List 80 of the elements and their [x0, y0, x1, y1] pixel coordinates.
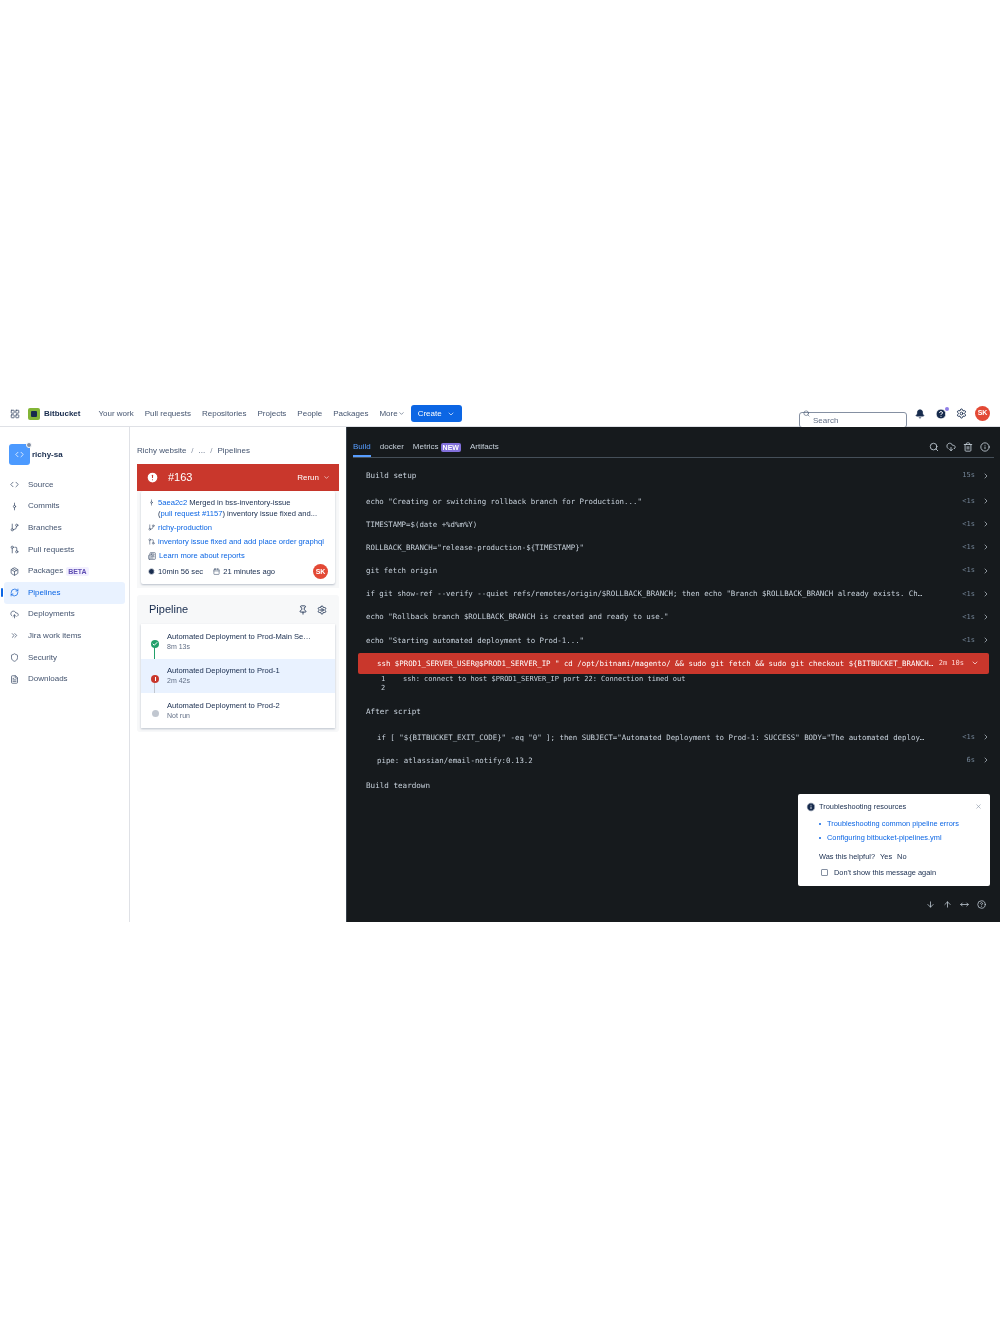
double-chevron-icon	[10, 631, 19, 641]
logo-icon	[28, 407, 40, 420]
branch-icon	[10, 523, 19, 533]
sidebar-item[interactable]: Pipelines	[4, 581, 125, 604]
chevron-right-icon[interactable]	[982, 733, 990, 742]
refresh-icon	[10, 588, 19, 598]
notifications-icon[interactable]	[915, 408, 925, 419]
nav-link[interactable]: Repositories	[202, 407, 247, 420]
clock-icon	[148, 568, 155, 575]
create-button[interactable]: Create	[410, 405, 462, 422]
chevron-right-icon[interactable]	[982, 636, 990, 645]
error-icon	[146, 471, 159, 484]
chevron-right-icon[interactable]	[982, 566, 990, 575]
app-name[interactable]: Bitbucket	[44, 407, 81, 420]
caret-icon	[397, 410, 405, 417]
info-icon	[806, 801, 816, 812]
search-icon[interactable]	[929, 442, 939, 452]
calendar-icon	[213, 568, 221, 575]
sidebar-item[interactable]: Deployments	[4, 603, 125, 626]
commit-icon	[10, 501, 19, 511]
settings-icon[interactable]	[317, 604, 327, 615]
arrow-up-icon[interactable]	[943, 900, 952, 909]
shield-icon	[10, 653, 19, 663]
rerun-button[interactable]: Rerun	[297, 471, 330, 484]
report-icon	[148, 551, 156, 560]
info-icon[interactable]	[980, 442, 990, 452]
pipeline-title: Pipeline	[149, 602, 189, 618]
nav-link[interactable]: Pull requests	[144, 407, 191, 420]
code-icon	[10, 480, 19, 490]
nav-link[interactable]: People	[297, 407, 323, 420]
more-menu[interactable]: More	[379, 407, 405, 420]
breadcrumb-separator: /	[210, 445, 213, 457]
nav-link[interactable]: Packages	[333, 407, 369, 420]
chevron-right-icon[interactable]	[982, 497, 990, 506]
cloud-upload-icon	[10, 609, 19, 619]
package-icon	[10, 566, 19, 576]
commit-icon	[148, 499, 155, 506]
checkbox[interactable]	[821, 869, 828, 877]
breadcrumb-link[interactable]: ...	[198, 445, 206, 457]
breadcrumb-link[interactable]: Richy website	[137, 445, 187, 457]
pull-request-icon	[10, 545, 19, 555]
search-field[interactable]: Search	[799, 412, 907, 428]
horizontal-arrows-icon[interactable]	[960, 900, 969, 909]
chevron-right-icon[interactable]	[982, 756, 990, 765]
sidebar-item[interactable]: Source	[4, 474, 125, 496]
trash-icon[interactable]	[963, 442, 973, 452]
sidebar-item[interactable]: Branches	[4, 517, 125, 539]
chevron-right-icon[interactable]	[982, 613, 990, 621]
cloud-download-icon[interactable]	[946, 442, 956, 452]
sidebar-item[interactable]: Jira work items	[4, 625, 125, 647]
log-tab[interactable]: Artifacts	[469, 439, 499, 457]
search-icon	[803, 410, 810, 417]
pending-icon	[151, 710, 159, 717]
workspace-name[interactable]: richy-sa	[32, 448, 63, 461]
sidebar-item[interactable]: Pull requests	[4, 538, 125, 561]
sidebar-item[interactable]: Commits	[4, 495, 125, 518]
log-tab[interactable]: Build	[353, 439, 371, 457]
sidebar-item[interactable]: Security	[4, 646, 125, 669]
breadcrumb-separator: /	[191, 445, 194, 457]
error-icon	[151, 674, 159, 683]
settings-icon[interactable]	[956, 408, 967, 419]
chevron-right-icon[interactable]	[982, 520, 990, 529]
log-tab[interactable]: docker	[379, 439, 404, 457]
chevron-right-icon[interactable]	[982, 543, 990, 552]
nav-link[interactable]: Your work	[98, 407, 134, 420]
breadcrumb-link[interactable]: Pipelines	[217, 445, 250, 457]
sidebar-item[interactable]: Downloads	[4, 668, 125, 690]
caret-icon	[323, 474, 330, 481]
help-icon[interactable]	[977, 900, 986, 909]
chevron-right-icon[interactable]	[982, 471, 990, 480]
file-icon	[10, 674, 19, 684]
success-icon	[151, 640, 159, 649]
nav-link[interactable]: Projects	[257, 407, 287, 420]
pull-request-icon	[148, 538, 155, 545]
chevron-right-icon[interactable]	[982, 589, 990, 598]
build-number: #163	[168, 470, 193, 486]
app-switcher-icon[interactable]	[10, 408, 20, 419]
branch-icon	[148, 524, 155, 531]
arrow-down-icon[interactable]	[926, 900, 935, 909]
pin-icon[interactable]	[298, 604, 308, 615]
